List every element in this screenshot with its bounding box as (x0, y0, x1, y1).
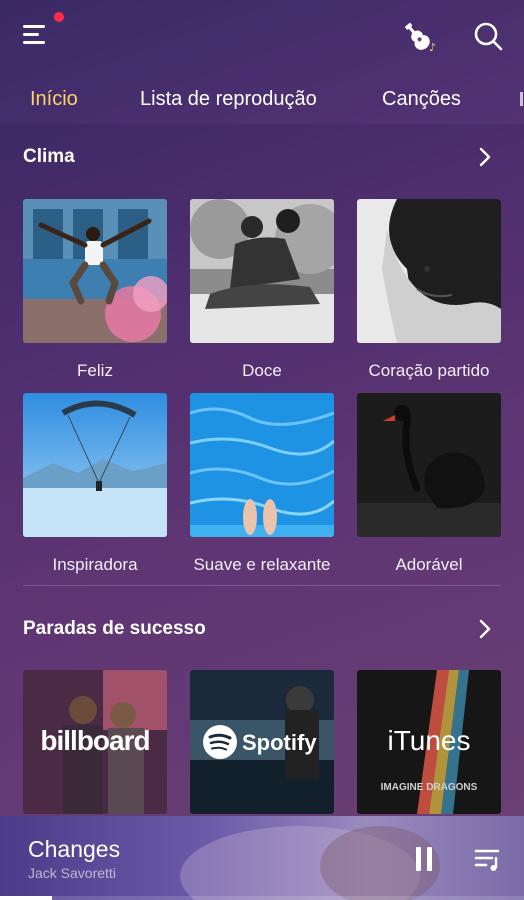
menu-button[interactable] (20, 20, 54, 50)
pause-icon (416, 847, 432, 871)
billboard-logo: billboard (40, 725, 150, 756)
mood-tile-heartbreak[interactable] (357, 199, 501, 343)
tab-inicio[interactable]: Início (30, 82, 78, 116)
charts-section-title: Paradas de sucesso (23, 618, 206, 639)
playback-progress-fill (0, 896, 53, 900)
album-title: IMAGINE DRAGONS (380, 782, 478, 793)
search-icon (474, 22, 503, 51)
guitar-icon: ♪ (405, 22, 436, 54)
section-divider (23, 585, 501, 586)
mood-tile-sweet[interactable] (190, 199, 334, 343)
mood-label: Doce (242, 361, 282, 380)
mood-tile-relaxing[interactable] (190, 393, 334, 537)
now-playing-title: Changes (28, 836, 121, 862)
tab-overflow-indicator (520, 92, 523, 106)
tab-playlist[interactable]: Lista de reprodução (140, 82, 317, 116)
playback-progress[interactable] (0, 896, 524, 900)
chevron-right-icon[interactable] (474, 146, 496, 168)
mood-label: Coração partido (368, 361, 490, 380)
search-button[interactable] (470, 18, 506, 54)
itunes-logo: iTunes (387, 725, 471, 756)
spotify-logo-text: Spotify (242, 730, 317, 755)
chart-tile-billboard[interactable]: billboard (23, 670, 167, 814)
mood-tile-lovely[interactable] (357, 393, 501, 537)
mood-label: Suave e relaxante (193, 555, 331, 574)
home-content[interactable]: Clima Feliz Doce Coração partido Inspira… (0, 124, 524, 820)
tab-songs[interactable]: Canções (382, 82, 461, 116)
guitar-button[interactable]: ♪ (404, 18, 440, 54)
now-playing-artist: Jack Savoretti (28, 865, 116, 881)
mood-section-title: Clima (23, 146, 75, 167)
mood-label: Adorável (395, 555, 463, 574)
tab-bar: Início Lista de reprodução Canções (0, 82, 524, 122)
mini-player[interactable]: Changes Jack Savoretti (0, 816, 524, 900)
mood-label: Feliz (77, 361, 113, 380)
playlist-queue-icon (474, 849, 500, 871)
spotify-logo-icon (203, 725, 237, 759)
queue-button[interactable] (474, 846, 502, 872)
chevron-right-icon[interactable] (474, 618, 496, 640)
chart-tile-spotify[interactable]: Spotify (190, 670, 334, 814)
svg-text:♪: ♪ (429, 41, 436, 54)
mood-label: Inspiradora (52, 555, 138, 574)
mood-tile-inspiring[interactable] (23, 393, 167, 537)
notification-dot (54, 12, 64, 22)
top-bar: ♪ (0, 0, 524, 72)
mood-tile-happy[interactable] (23, 199, 167, 343)
chart-tile-itunes[interactable]: iTunes IMAGINE DRAGONS (357, 670, 501, 814)
pause-button[interactable] (412, 846, 438, 872)
